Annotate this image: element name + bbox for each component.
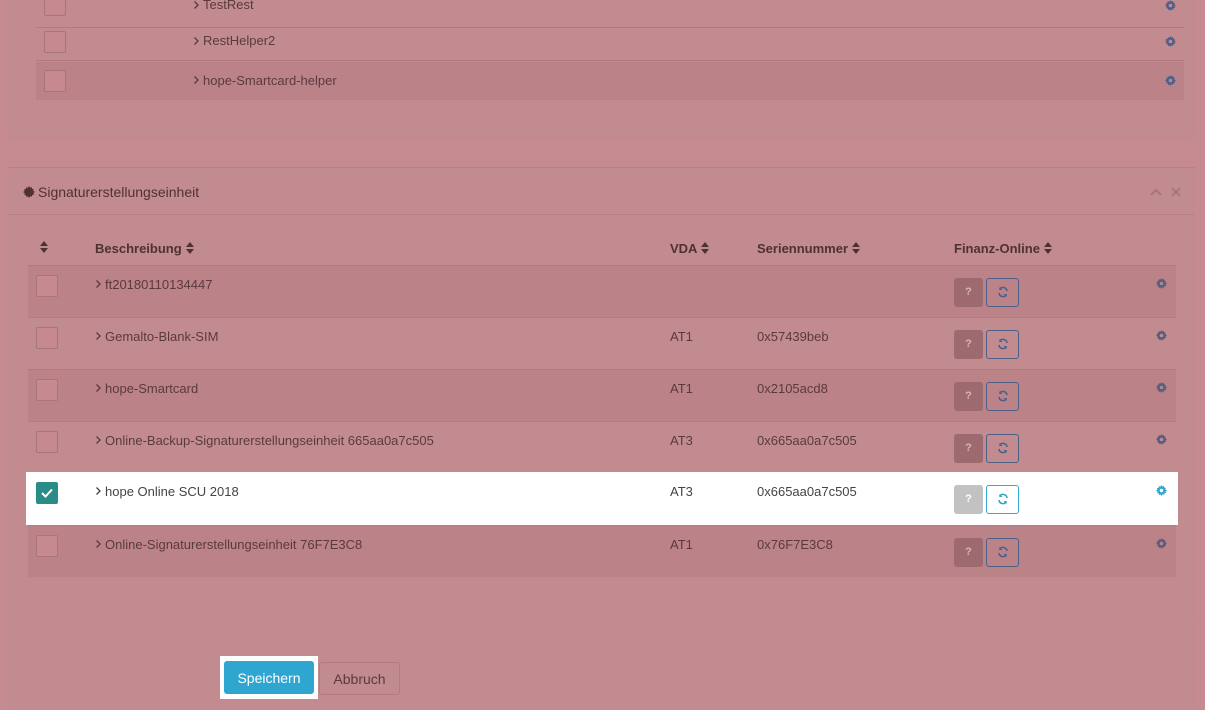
- panel-title: Signaturerstellungseinheit: [38, 184, 200, 200]
- help-button[interactable]: ?: [954, 330, 983, 359]
- save-button[interactable]: Speichern: [224, 661, 314, 694]
- refresh-button[interactable]: [986, 538, 1019, 567]
- row-description: Online-Backup-Signaturerstellungseinheit…: [105, 433, 434, 448]
- cog-icon: [23, 186, 35, 198]
- row-vda: AT3: [670, 433, 693, 448]
- table-row[interactable]: Online-Signaturerstellungseinheit 76F7E3…: [28, 525, 1176, 577]
- row-vda: AT1: [670, 537, 693, 552]
- chevron-right-icon[interactable]: [193, 75, 200, 85]
- row-vda: AT1: [670, 381, 693, 396]
- row-checkbox[interactable]: [36, 431, 58, 453]
- help-button[interactable]: ?: [954, 278, 983, 307]
- table-row[interactable]: Online-Backup-Signaturerstellungseinheit…: [28, 421, 1176, 473]
- row-vda: AT3: [670, 484, 693, 499]
- chevron-right-icon[interactable]: [95, 435, 102, 445]
- help-button[interactable]: ?: [954, 485, 983, 514]
- table-row[interactable]: ft20180110134447 ?: [28, 265, 1176, 317]
- refresh-button[interactable]: [986, 382, 1019, 411]
- check-icon: [41, 488, 53, 498]
- row-checkbox[interactable]: [44, 0, 66, 16]
- tree-item-label: TestRest: [203, 0, 254, 12]
- tree-item-label: RestHelper2: [203, 33, 276, 48]
- gear-icon[interactable]: [1156, 278, 1167, 289]
- row-checkbox[interactable]: [44, 31, 66, 53]
- sort-icon: [701, 242, 710, 254]
- sort-icon[interactable]: [40, 241, 48, 253]
- chevron-right-icon[interactable]: [193, 0, 200, 10]
- refresh-icon: [998, 286, 1008, 298]
- refresh-icon: [998, 338, 1008, 350]
- row-checkbox[interactable]: [36, 535, 58, 557]
- chevron-right-icon[interactable]: [193, 36, 200, 46]
- gear-icon[interactable]: [1165, 36, 1176, 47]
- row-description: ft20180110134447: [105, 277, 213, 292]
- row-description: Online-Signaturerstellungseinheit 76F7E3…: [105, 537, 363, 552]
- column-header-seriennummer[interactable]: Seriennummer: [757, 241, 861, 256]
- refresh-icon: [998, 546, 1008, 558]
- gear-icon[interactable]: [1165, 75, 1176, 86]
- help-button[interactable]: ?: [954, 434, 983, 463]
- gear-icon[interactable]: [1156, 485, 1167, 496]
- tree-row[interactable]: hope-Smartcard-helper: [36, 62, 1184, 100]
- sort-icon: [852, 242, 861, 254]
- column-header-vda[interactable]: VDA: [670, 241, 710, 256]
- cancel-button[interactable]: Abbruch: [319, 662, 400, 695]
- row-description: hope Online SCU 2018: [105, 484, 239, 499]
- sort-icon: [1043, 242, 1052, 254]
- sort-icon: [185, 242, 194, 254]
- row-vda: AT1: [670, 329, 693, 344]
- row-description: hope-Smartcard: [105, 381, 199, 396]
- tree-row[interactable]: RestHelper2: [36, 23, 1184, 61]
- table-row[interactable]: Gemalto-Blank-SIM AT1 0x57439beb ?: [28, 317, 1176, 369]
- close-icon[interactable]: [1171, 187, 1181, 197]
- save-button-highlight: Speichern: [220, 656, 318, 699]
- chevron-up-icon[interactable]: [1150, 188, 1162, 196]
- chevron-right-icon[interactable]: [95, 331, 102, 341]
- refresh-icon: [998, 390, 1008, 402]
- row-serial: 0x665aa0a7c505: [757, 433, 857, 448]
- gear-icon[interactable]: [1156, 434, 1167, 445]
- tree-item-label: hope-Smartcard-helper: [203, 73, 337, 88]
- form-footer: Speichern Abbruch: [8, 618, 1195, 710]
- gear-icon[interactable]: [1156, 538, 1167, 549]
- refresh-button[interactable]: [986, 485, 1019, 514]
- panel-header: Signaturerstellungseinheit: [8, 168, 1195, 215]
- chevron-right-icon[interactable]: [95, 539, 102, 549]
- chevron-right-icon[interactable]: [95, 486, 102, 496]
- column-header-finanz-online[interactable]: Finanz-Online: [954, 241, 1052, 256]
- refresh-icon: [998, 442, 1008, 454]
- row-checkbox[interactable]: [36, 379, 58, 401]
- row-serial: 0x76F7E3C8: [757, 537, 833, 552]
- refresh-button[interactable]: [986, 278, 1019, 307]
- refresh-button[interactable]: [986, 434, 1019, 463]
- help-button[interactable]: ?: [954, 538, 983, 567]
- help-button[interactable]: ?: [954, 382, 983, 411]
- table-row[interactable]: hope-Smartcard AT1 0x2105acd8 ?: [28, 369, 1176, 421]
- row-serial: 0x665aa0a7c505: [757, 484, 857, 499]
- row-serial: 0x2105acd8: [757, 381, 828, 396]
- refresh-icon: [998, 493, 1008, 505]
- chevron-right-icon[interactable]: [95, 279, 102, 289]
- row-checkbox-checked[interactable]: [36, 482, 58, 504]
- column-header-beschreibung[interactable]: Beschreibung: [95, 241, 194, 256]
- tree-panel: TestRest RestHelper2 hope-Smartcard-help…: [8, 0, 1195, 140]
- row-checkbox[interactable]: [36, 275, 58, 297]
- chevron-right-icon[interactable]: [95, 383, 102, 393]
- scu-panel: Signaturerstellungseinheit Beschreibung …: [8, 167, 1195, 617]
- row-description: Gemalto-Blank-SIM: [105, 329, 219, 344]
- row-serial: 0x57439beb: [757, 329, 829, 344]
- row-checkbox[interactable]: [36, 327, 58, 349]
- table-row-selected[interactable]: hope Online SCU 2018 AT3 0x665aa0a7c505 …: [26, 472, 1178, 525]
- row-checkbox[interactable]: [44, 70, 66, 92]
- gear-icon[interactable]: [1165, 0, 1176, 11]
- gear-icon[interactable]: [1156, 382, 1167, 393]
- refresh-button[interactable]: [986, 330, 1019, 359]
- gear-icon[interactable]: [1156, 330, 1167, 341]
